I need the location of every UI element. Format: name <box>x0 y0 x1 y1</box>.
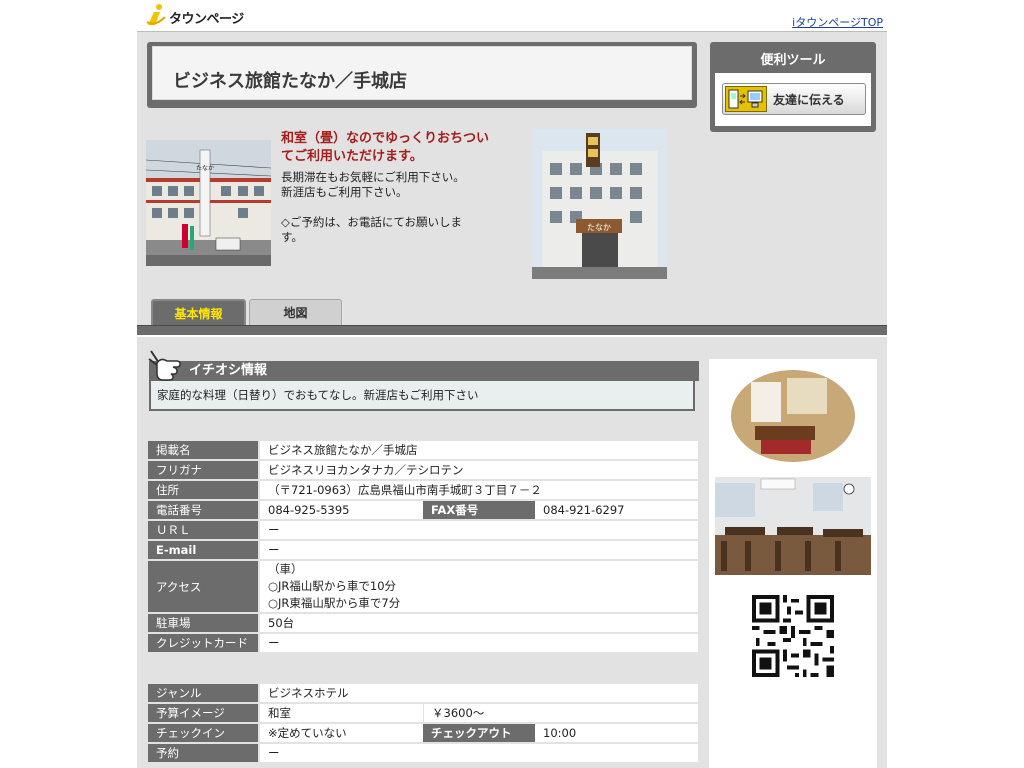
table-row: 掲載名 ビジネス旅館たなか／手城店 <box>148 441 698 459</box>
row-label: 駐車場 <box>148 614 260 632</box>
tools-panel: 便利ツール 友達に伝える <box>710 42 876 132</box>
itownpage-top-link[interactable]: iタウンページTOP <box>792 14 883 30</box>
qr-code-icon[interactable] <box>744 587 842 685</box>
i-logo-icon <box>146 4 166 25</box>
table-row: 住所 （〒721-0963）広島県福山市南手城町３丁目７－２ <box>148 481 698 499</box>
photo1-sign-text: たなか <box>196 165 214 172</box>
access-value: （車） ○JR福山駅から車で10分 ○JR東福山駅から車で7分 <box>260 561 698 612</box>
budget-value: ￥3600～ <box>423 704 698 722</box>
row-value: ビジネス旅館たなか／手城店 <box>260 441 698 459</box>
row-value: （〒721-0963）広島県福山市南手城町３丁目７－２ <box>260 481 698 499</box>
table-row: フリガナ ビジネスリヨカンタナカ／テシロテン <box>148 461 698 479</box>
row-value: ー <box>260 744 698 762</box>
fax-label: FAX番号 <box>423 501 535 519</box>
building-photo-1: たなか <box>146 140 271 266</box>
access-line: ○JR東福山駅から車で7分 <box>268 596 401 610</box>
table-row: E-mail ー <box>148 541 698 559</box>
tab-map[interactable]: 地図 <box>249 299 342 327</box>
tel-value[interactable]: 084-925-5395 <box>260 501 423 519</box>
row-value: 50台 <box>260 614 698 632</box>
row-label: 住所 <box>148 481 260 499</box>
row-label: クレジットカード <box>148 634 260 652</box>
recommend-box: イチオシ情報 家庭的な料理（日替り）でおもてなし。新涯店もご利用下さい <box>147 350 699 417</box>
checkout-value: 10:00 <box>535 724 698 742</box>
row-value: ー <box>260 521 698 539</box>
site-header: タウンページ iタウンページTOP <box>137 0 887 32</box>
budget-type: 和室 <box>260 704 423 722</box>
shop-description: 長期滞在もお気軽にご利用下さい。 新涯店もご利用下さい。 ◇ご予約は、お電話にて… <box>281 170 481 245</box>
shop-title: ビジネス旅館たなか／手城店 <box>173 71 407 92</box>
row-label: 電話番号 <box>148 501 260 519</box>
catch-copy: 和室（畳）なのでゆっくりおちついてご利用いただけます。 <box>281 131 490 164</box>
access-line: ○JR福山駅から車で10分 <box>268 579 397 593</box>
desc-line: ◇ご予約は、お電話にてお願いします。 <box>281 215 462 244</box>
table-row: 予算イメージ 和室 ￥3600～ <box>148 704 698 722</box>
access-line: （車） <box>268 562 303 576</box>
dining-photo <box>715 477 871 575</box>
page: タウンページ iタウンページTOP ビジネス旅館たなか／手城店 便利ツール 友達… <box>137 0 887 768</box>
table-row: アクセス （車） ○JR福山駅から車で10分 ○JR東福山駅から車で7分 <box>148 561 698 612</box>
row-label: アクセス <box>148 561 260 612</box>
share-button[interactable]: 友達に伝える <box>722 83 866 115</box>
phone-to-pc-icon <box>725 86 767 112</box>
recommend-title: イチオシ情報 <box>189 363 268 378</box>
room-photo <box>715 368 871 464</box>
row-value: ビジネスリヨカンタナカ／テシロテン <box>260 461 698 479</box>
row-label: ＵＲＬ <box>148 521 260 539</box>
table-row: 予約 ー <box>148 744 698 762</box>
pointing-hand-icon <box>148 350 181 381</box>
basic-info-panel: イチオシ情報 家庭的な料理（日替り）でおもてなし。新涯店もご利用下さい 掲載名 … <box>137 337 887 768</box>
row-value: ー <box>260 634 698 652</box>
checkout-label: チェックアウト <box>423 724 535 742</box>
checkin-value: ※定めていない <box>260 724 423 742</box>
row-value: ー <box>260 541 698 559</box>
logo-text: タウンページ <box>169 12 244 27</box>
basic-info-table: 掲載名 ビジネス旅館たなか／手城店 フリガナ ビジネスリヨカンタナカ／テシロテン… <box>148 439 698 654</box>
desc-line: 長期滞在もお気軽にご利用下さい。 <box>281 170 465 184</box>
photo2-sign-text: たなか <box>587 223 611 232</box>
desc-line: 新涯店もご利用下さい。 <box>281 185 408 199</box>
recommend-text: 家庭的な料理（日替り）でおもてなし。新涯店もご利用下さい <box>149 381 695 411</box>
building-photo-2: たなか <box>532 129 667 279</box>
table-row: 電話番号 084-925-5395 FAX番号 084-921-6297 <box>148 501 698 519</box>
row-value: ビジネスホテル <box>260 684 698 702</box>
fax-value: 084-921-6297 <box>535 501 698 519</box>
row-label: 掲載名 <box>148 441 260 459</box>
table-row: クレジットカード ー <box>148 634 698 652</box>
title-box: ビジネス旅館たなか／手城店 <box>147 42 697 108</box>
row-label: 予約 <box>148 744 260 762</box>
table-row: ジャンル ビジネスホテル <box>148 684 698 702</box>
tab-divider <box>137 325 887 335</box>
table-row: ＵＲＬ ー <box>148 521 698 539</box>
row-label: フリガナ <box>148 461 260 479</box>
shop-summary: ビジネス旅館たなか／手城店 便利ツール 友達に伝える たなか 和室（畳）なのでゆ… <box>137 32 887 335</box>
table-row: チェックイン ※定めていない チェックアウト 10:00 <box>148 724 698 742</box>
row-label: チェックイン <box>148 724 260 742</box>
side-photos <box>709 359 877 768</box>
table-row: 駐車場 50台 <box>148 614 698 632</box>
detail-info-table: ジャンル ビジネスホテル 予算イメージ 和室 ￥3600～ チェックイン ※定め… <box>148 682 698 764</box>
tools-title: 便利ツール <box>760 53 826 68</box>
share-button-label: 友達に伝える <box>773 93 845 107</box>
desc-line <box>281 200 481 215</box>
row-label: E-mail <box>148 541 260 559</box>
recommend-header: イチオシ情報 <box>149 361 699 381</box>
row-label: ジャンル <box>148 684 260 702</box>
row-label: 予算イメージ <box>148 704 260 722</box>
tab-basic-info[interactable]: 基本情報 <box>151 299 246 328</box>
